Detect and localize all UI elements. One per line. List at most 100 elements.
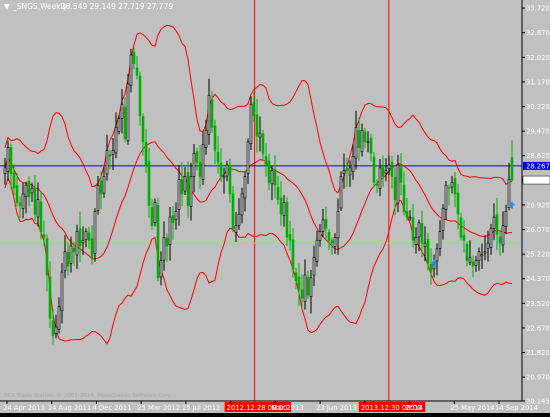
candle-body	[351, 155, 355, 172]
price-chart: 33.720 32.870 32.020 31.170 30.320 29.470 28.6…	[0, 0, 550, 413]
candle-body	[240, 193, 244, 216]
candle-body	[183, 176, 187, 192]
candle-body	[141, 116, 145, 143]
candle-body	[114, 127, 118, 154]
candle-body	[168, 216, 172, 245]
candle-body	[246, 141, 250, 174]
candle-body	[276, 186, 280, 201]
candle-body	[345, 168, 349, 172]
candle-body	[495, 214, 499, 235]
candle-body	[336, 210, 340, 239]
y-tick-label: 25.220	[526, 251, 550, 259]
x-tick-label: 14 Aug 2011	[48, 404, 92, 412]
candle-body	[321, 219, 325, 232]
candle-body	[417, 222, 421, 238]
candle-body	[420, 223, 424, 244]
candle-body	[180, 178, 184, 195]
candle-body	[210, 99, 214, 128]
candle-body	[162, 237, 166, 261]
candle-body	[243, 176, 247, 199]
candle-body	[303, 274, 307, 303]
candle-body	[90, 238, 94, 258]
y-tick-label: 33.720	[526, 5, 550, 13]
candle-body	[66, 252, 70, 267]
candle-body	[165, 237, 169, 247]
candle-body	[72, 247, 76, 253]
candle-body	[273, 169, 277, 186]
x-tick-label: 4 Dec 2011	[92, 404, 131, 412]
candle-body	[102, 176, 106, 194]
candle-body	[285, 201, 289, 238]
y-tick-label: 26.070	[526, 226, 550, 234]
candle-body	[438, 231, 442, 249]
candle-body	[93, 210, 97, 254]
candle-body	[363, 131, 367, 143]
candle-body	[135, 67, 139, 76]
candle-body	[171, 215, 175, 224]
candle-body	[213, 125, 217, 151]
candle-body	[396, 164, 400, 204]
candle-body	[42, 234, 46, 238]
x-tick-label: Mar 2013	[271, 404, 303, 412]
candle-body	[327, 231, 331, 241]
candle-body	[255, 114, 259, 137]
candle-body	[339, 176, 343, 209]
candle-body	[123, 106, 127, 140]
candle-body	[402, 184, 406, 212]
chart-header: ▼ _SNGS,Weekly 28.549 29.149 27.719 27.7…	[4, 2, 173, 11]
candle-body	[21, 193, 25, 209]
candle-body	[477, 251, 481, 262]
candle-body	[414, 237, 418, 245]
candle-body	[369, 137, 373, 154]
candle-body	[174, 210, 178, 220]
candle-body	[465, 244, 469, 261]
candle-body	[126, 83, 130, 142]
candle-body	[468, 257, 472, 263]
candle-body	[15, 185, 19, 203]
x-tick-label: 2014	[406, 404, 423, 412]
candle-body	[474, 260, 478, 266]
candle-body	[342, 170, 346, 174]
candle-body	[24, 184, 28, 198]
candle-body	[192, 153, 196, 177]
candle-body	[450, 182, 454, 188]
x-tick-label: 25 May 2014	[450, 404, 494, 412]
x-tick-label: 15 Jul 2012	[182, 404, 220, 412]
candle-body	[441, 208, 445, 231]
candle-body	[57, 306, 61, 330]
candle-body	[96, 184, 100, 211]
candle-body	[486, 242, 490, 249]
chart-symbol-label: _SNGS,Weekly	[12, 2, 68, 11]
candle-body	[459, 217, 463, 238]
chart-menu-arrow[interactable]: ▼	[4, 2, 10, 11]
candle-body	[78, 228, 82, 247]
candle-body	[177, 179, 181, 210]
candle-body	[45, 238, 49, 276]
candle-body	[111, 150, 115, 155]
candle-body	[333, 237, 337, 247]
candle-body	[159, 260, 163, 278]
candle-body	[360, 129, 364, 153]
candle-body	[294, 272, 298, 282]
candle-body	[399, 167, 403, 183]
candle-body	[63, 251, 67, 272]
candle-body	[456, 192, 460, 215]
candle-body	[189, 176, 193, 207]
candle-body	[462, 234, 466, 241]
candle-body	[489, 228, 493, 248]
candle-body	[330, 240, 334, 244]
candle-body	[6, 147, 10, 172]
last-price-label: 27.779	[526, 177, 550, 185]
candle-body	[204, 129, 208, 148]
candle-body	[312, 257, 316, 276]
candle-body	[390, 162, 394, 177]
candle-body	[195, 151, 199, 163]
candle-body	[225, 164, 229, 177]
candle-body	[12, 172, 16, 189]
candle-body	[291, 239, 295, 270]
candle-body	[504, 210, 508, 228]
candle-body	[300, 289, 304, 299]
candle-body	[354, 127, 358, 159]
candle	[156, 198, 160, 282]
candle-body	[231, 193, 235, 229]
